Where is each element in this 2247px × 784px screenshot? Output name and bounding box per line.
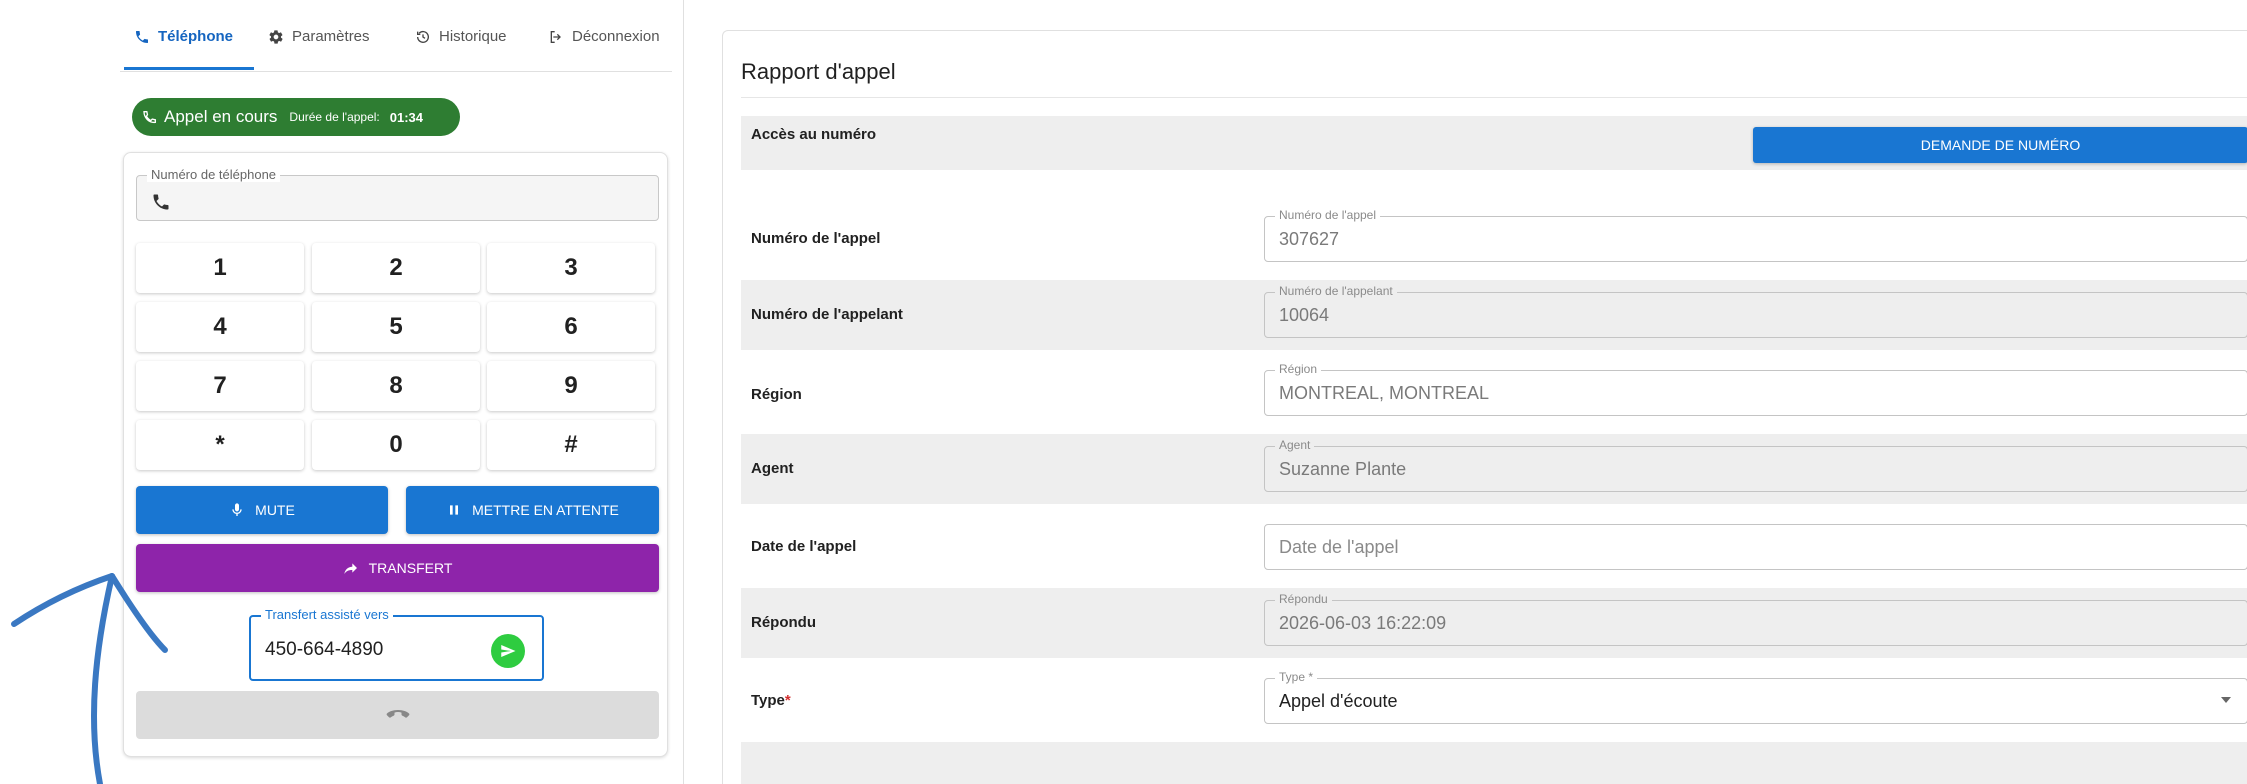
page-title: Rapport d'appel — [741, 59, 896, 84]
report-row-type: Type* Type * Appel d'écoute — [741, 658, 2247, 742]
row-label: Date de l'appel — [751, 538, 857, 555]
transfer-label: TRANSFERT — [368, 560, 453, 576]
key-8[interactable]: 8 — [312, 361, 480, 411]
assisted-transfer-legend: Transfert assisté vers — [261, 607, 393, 622]
phone-number-field[interactable]: Numéro de téléphone — [136, 167, 659, 221]
logout-icon — [550, 31, 561, 43]
report-row-next — [741, 742, 2247, 784]
field-legend: Numéro de l'appelant — [1275, 284, 1397, 298]
mute-label: MUTE — [255, 502, 295, 518]
tab-historique[interactable]: Historique — [415, 28, 507, 72]
tab-bar: Téléphone Paramètres Historique Déconnex… — [120, 0, 672, 72]
region-field[interactable]: Région MONTREAL, MONTREAL — [1264, 362, 2247, 416]
field-value: 2026-06-03 16:22:09 — [1279, 613, 1447, 633]
phone-number-legend: Numéro de téléphone — [147, 167, 281, 182]
field-value: MONTREAL, MONTREAL — [1279, 383, 1490, 403]
field-value: Appel d'écoute — [1279, 691, 1398, 711]
field-legend: Agent — [1275, 438, 1315, 452]
dialer-card: Numéro de téléphone 1 2 3 4 5 6 7 8 9 * … — [123, 152, 668, 757]
title-divider — [741, 97, 2247, 98]
mute-button[interactable]: MUTE — [136, 486, 388, 534]
tab-telephone[interactable]: Téléphone — [134, 28, 233, 72]
tab-parametres[interactable]: Paramètres — [268, 28, 370, 72]
field-legend: Type * — [1275, 670, 1318, 684]
tab-label: Téléphone — [158, 28, 234, 45]
hangup-button[interactable] — [136, 691, 659, 739]
field-placeholder: Date de l'appel — [1279, 537, 1399, 557]
call-date-field[interactable]: Date de l'appel — [1264, 524, 2247, 570]
report-row-region: Région Région MONTREAL, MONTREAL — [741, 350, 2247, 434]
key-3[interactable]: 3 — [487, 243, 655, 293]
send-transfer-button[interactable] — [491, 634, 525, 668]
hangup-icon — [386, 710, 409, 718]
key-star[interactable]: * — [136, 420, 304, 470]
field-value: 307627 — [1279, 229, 1340, 249]
assisted-transfer-field[interactable]: Transfert assisté vers 450-664-4890 — [249, 607, 544, 681]
row-label: Agent — [751, 460, 794, 477]
gear-icon — [269, 30, 283, 44]
tab-label: Déconnexion — [572, 28, 660, 45]
field-value: 10064 — [1279, 305, 1330, 325]
key-6[interactable]: 6 — [487, 302, 655, 352]
report-row-caller-number: Numéro de l'appelant Numéro de l'appelan… — [741, 280, 2247, 350]
active-tab-indicator — [124, 67, 254, 70]
key-5[interactable]: 5 — [312, 302, 480, 352]
pause-icon — [450, 505, 459, 515]
phone-icon — [153, 194, 169, 210]
call-report-panel: Rapport d'appel Accès au numéro DEMANDE … — [722, 30, 2247, 784]
forward-arrow-icon — [343, 563, 357, 574]
field-value: Suzanne Plante — [1279, 459, 1407, 479]
call-duration: 01:34 — [389, 109, 424, 125]
type-label-text: Type — [751, 692, 785, 709]
hold-button[interactable]: METTRE EN ATTENTE — [406, 486, 659, 534]
phone-panel: Téléphone Paramètres Historique Déconnex… — [120, 0, 672, 784]
microphone-icon — [232, 503, 242, 516]
tab-label: Historique — [439, 28, 507, 45]
type-select[interactable]: Type * Appel d'écoute — [1264, 670, 2247, 724]
key-0[interactable]: 0 — [312, 420, 480, 470]
key-hash[interactable]: # — [487, 420, 655, 470]
key-2[interactable]: 2 — [312, 243, 480, 293]
caller-number-field: Numéro de l'appelant 10064 — [1264, 284, 2247, 338]
key-9[interactable]: 9 — [487, 361, 655, 411]
panel-divider — [683, 0, 684, 784]
call-status-text: Appel en cours — [164, 107, 278, 126]
report-row-call-number: Numéro de l'appel Numéro de l'appel 3076… — [741, 198, 2247, 280]
call-status-badge: Appel en cours Durée de l'appel: 01:34 — [132, 98, 460, 136]
answered-field: Répondu 2026-06-03 16:22:09 — [1264, 592, 2247, 646]
history-icon — [417, 30, 429, 43]
request-number-button[interactable]: DEMANDE DE NUMÉRO — [1753, 127, 2247, 163]
assisted-transfer-value: 450-664-4890 — [265, 639, 384, 660]
report-row-call-date: Date de l'appel Date de l'appel — [741, 504, 2247, 588]
phone-in-call-icon — [143, 111, 156, 124]
key-4[interactable]: 4 — [136, 302, 304, 352]
field-legend: Région — [1275, 362, 1322, 376]
transfer-button[interactable]: TRANSFERT — [136, 544, 659, 592]
hold-label: METTRE EN ATTENTE — [472, 502, 619, 518]
field-legend: Répondu — [1275, 592, 1332, 606]
report-row-answered: Répondu Répondu 2026-06-03 16:22:09 — [741, 588, 2247, 658]
tab-label: Paramètres — [292, 28, 370, 45]
report-row-agent: Agent Agent Suzanne Plante — [741, 434, 2247, 504]
row-label: Numéro de l'appelant — [751, 306, 903, 323]
send-icon — [501, 645, 516, 657]
row-label: Répondu — [751, 614, 816, 631]
call-number-field[interactable]: Numéro de l'appel 307627 — [1264, 208, 2247, 262]
annotation-arrow-icon — [11, 573, 168, 784]
chevron-down-icon — [2221, 697, 2231, 703]
row-label: Numéro de l'appel — [751, 230, 881, 247]
tab-deconnexion[interactable]: Déconnexion — [548, 28, 660, 72]
required-mark: * — [784, 692, 791, 709]
row-label: Région — [751, 386, 802, 403]
row-label: Type* — [751, 692, 791, 709]
key-1[interactable]: 1 — [136, 243, 304, 293]
call-duration-label: Durée de l'appel: — [289, 110, 380, 124]
phone-icon — [136, 31, 148, 43]
agent-field: Agent Suzanne Plante — [1264, 438, 2247, 492]
field-legend: Numéro de l'appel — [1275, 208, 1381, 222]
key-7[interactable]: 7 — [136, 361, 304, 411]
access-label: Accès au numéro — [751, 126, 877, 143]
